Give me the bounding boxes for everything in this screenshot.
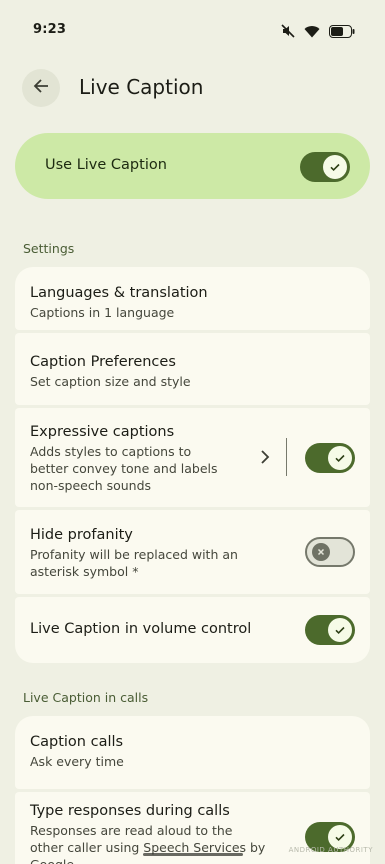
- expressive-captions-title: Expressive captions: [30, 424, 175, 440]
- languages-translation-item[interactable]: Languages & translation Captions in 1 la…: [15, 267, 370, 330]
- wifi-icon: [304, 25, 320, 38]
- caption-preferences-subtitle: Set caption size and style: [30, 374, 191, 389]
- arrow-back-icon: [33, 78, 49, 98]
- use-live-caption-label: Use Live Caption: [45, 157, 167, 173]
- caption-calls-item[interactable]: Caption calls Ask every time: [15, 716, 370, 789]
- status-time: 9:23: [33, 22, 67, 37]
- expressive-captions-item[interactable]: Expressive captions Adds styles to capti…: [15, 408, 370, 507]
- page-title: Live Caption: [79, 75, 204, 99]
- close-icon: [312, 543, 330, 561]
- battery-icon: [329, 24, 355, 38]
- expressive-captions-subtitle-line: better convey tone and labels: [30, 461, 218, 476]
- live-caption-volume-toggle[interactable]: [305, 615, 355, 645]
- hide-profanity-item[interactable]: Hide profanity Profanity will be replace…: [15, 510, 370, 594]
- live-caption-volume-item[interactable]: Live Caption in volume control: [15, 597, 370, 663]
- status-icons: [281, 22, 355, 40]
- mute-icon: [281, 24, 295, 38]
- type-responses-subtitle: Responses are read aloud to the other ca…: [30, 822, 265, 864]
- expressive-captions-subtitle-line: Adds styles to captions to: [30, 444, 192, 459]
- caption-calls-title: Caption calls: [30, 734, 124, 750]
- check-icon: [323, 155, 347, 179]
- expressive-captions-subtitle-line: non-speech sounds: [30, 478, 152, 493]
- status-bar: 9:23: [0, 0, 385, 58]
- languages-title: Languages & translation: [30, 285, 208, 301]
- vertical-divider: [286, 438, 287, 476]
- chevron-right-icon: [260, 449, 270, 469]
- hide-profanity-subtitle-line: Profanity will be replaced with an: [30, 547, 238, 562]
- use-live-caption-toggle[interactable]: [300, 152, 350, 182]
- back-button[interactable]: [22, 69, 60, 107]
- check-icon: [328, 446, 352, 470]
- home-indicator[interactable]: [143, 853, 243, 856]
- check-icon: [328, 618, 352, 642]
- hide-profanity-title: Hide profanity: [30, 527, 133, 543]
- caption-calls-subtitle: Ask every time: [30, 754, 124, 769]
- watermark: ANDROID AUTHORITY: [288, 846, 373, 854]
- hide-profanity-subtitle: Profanity will be replaced with an aster…: [30, 546, 238, 580]
- calls-section-label: Live Caption in calls: [23, 690, 149, 705]
- hide-profanity-subtitle-line: asterisk symbol *: [30, 564, 139, 579]
- type-responses-title: Type responses during calls: [30, 803, 230, 819]
- caption-preferences-item[interactable]: Caption Preferences Set caption size and…: [15, 333, 370, 405]
- languages-subtitle: Captions in 1 language: [30, 305, 175, 320]
- expressive-captions-subtitle: Adds styles to captions to better convey…: [30, 443, 218, 494]
- type-responses-subtitle-line: Responses are read aloud to the: [30, 823, 233, 838]
- live-caption-volume-title: Live Caption in volume control: [30, 621, 252, 637]
- type-responses-subtitle-line: Google: [30, 856, 265, 864]
- expressive-captions-toggle[interactable]: [305, 443, 355, 473]
- use-live-caption-row[interactable]: Use Live Caption: [15, 133, 370, 199]
- caption-preferences-title: Caption Preferences: [30, 354, 176, 370]
- hide-profanity-toggle[interactable]: [305, 537, 355, 567]
- settings-section-label: Settings: [23, 241, 75, 256]
